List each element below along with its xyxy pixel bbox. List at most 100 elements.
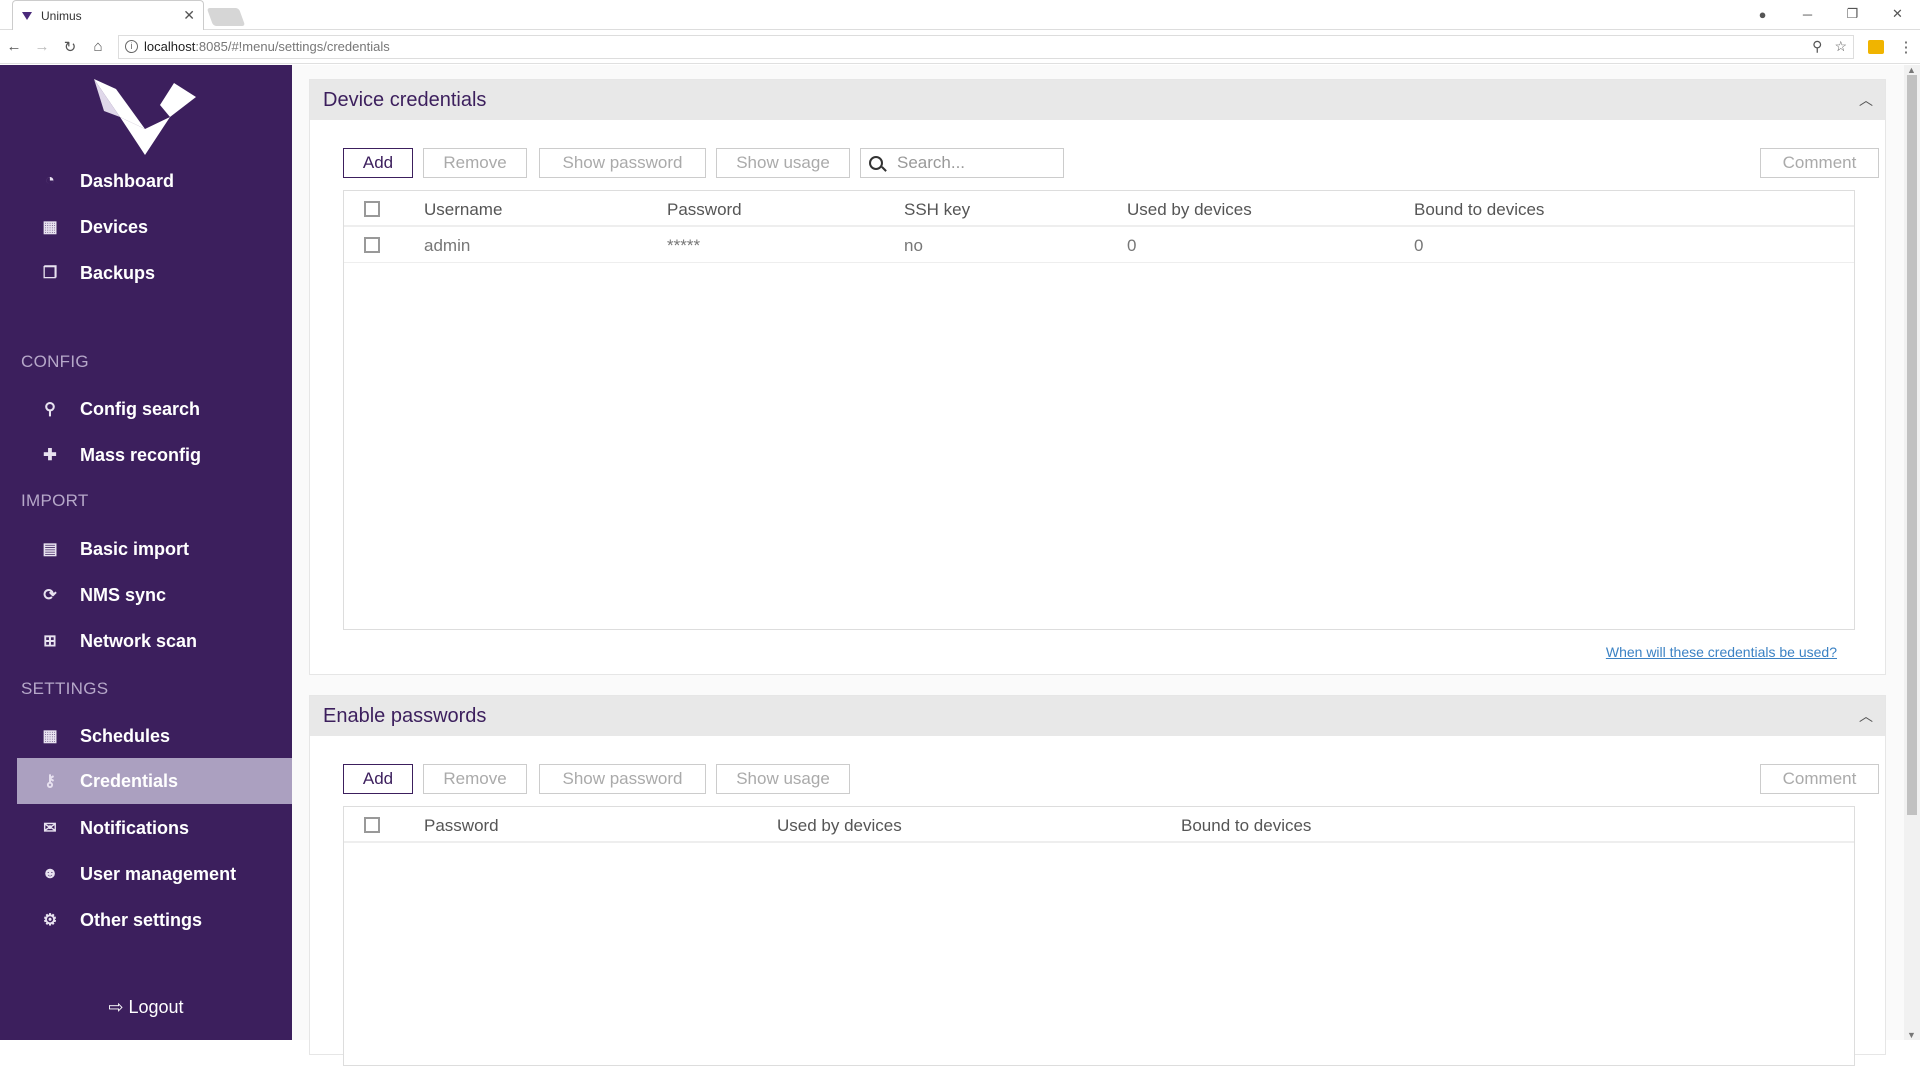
column-header-bound-to[interactable]: Bound to devices — [1414, 200, 1544, 220]
table-header-row: Password Used by devices Bound to device… — [344, 807, 1854, 843]
page-scrollbar[interactable]: ▲ ▼ — [1904, 65, 1920, 1040]
sidebar-item-label: Config search — [80, 398, 201, 419]
scrollbar-thumb[interactable] — [1907, 75, 1917, 815]
scroll-up-icon[interactable]: ▲ — [1907, 65, 1916, 75]
device-credentials-header[interactable]: Device credentials ︿ — [310, 80, 1885, 120]
remove-button[interactable]: Remove — [423, 148, 527, 178]
enable-passwords-panel: Enable passwords ︿ Add Remove Show passw… — [309, 695, 1886, 1066]
tab-title: Unimus — [41, 8, 82, 23]
sidebar-item-label: Mass reconfig — [80, 444, 202, 465]
panel-title: Enable passwords — [323, 704, 487, 727]
sidebar-item-notifications[interactable]: ✉ Notifications — [17, 806, 292, 850]
main-content: Device credentials ︿ Add Remove Show pas… — [292, 65, 1904, 1066]
cell-username: admin — [424, 236, 471, 255]
comment-button[interactable]: Comment — [1760, 764, 1879, 794]
device-credentials-panel: Device credentials ︿ Add Remove Show pas… — [309, 79, 1886, 675]
enable-passwords-table: Password Used by devices Bound to device… — [343, 806, 1855, 1066]
collapse-chevron-up-icon[interactable]: ︿ — [1859, 706, 1873, 726]
browser-tabbar: Unimus ✕ ● ─ ❐ ✕ — [0, 0, 1920, 30]
sidebar-item-schedules[interactable]: ▦ Schedules — [17, 714, 292, 758]
section-label-config: CONFIG — [21, 352, 89, 371]
select-all-checkbox[interactable] — [364, 817, 380, 833]
sitemap-icon: ⊞ — [43, 633, 57, 650]
credentials-table: Username Password SSH key Used by device… — [343, 190, 1855, 630]
sidebar-item-label: User management — [80, 863, 237, 884]
table-row[interactable]: admin ***** no 0 0 — [344, 227, 1854, 263]
sidebar-item-credentials[interactable]: ⚷ Credentials — [17, 758, 292, 804]
back-icon[interactable]: ← — [0, 38, 28, 55]
new-tab-button[interactable] — [206, 8, 246, 26]
search-input[interactable]: Search... — [860, 148, 1064, 178]
show-usage-button[interactable]: Show usage — [716, 148, 850, 178]
forward-icon[interactable]: → — [28, 38, 56, 55]
sidebar-item-network-scan[interactable]: ⊞ Network scan — [17, 619, 292, 663]
sidebar: ◔ Dashboard ▦ Devices ❐ Backups CONFIG ⚲ Con… — [0, 65, 292, 1040]
sidebar-item-backups[interactable]: ❐ Backups — [17, 251, 292, 295]
collapse-chevron-up-icon[interactable]: ︿ — [1859, 90, 1873, 110]
bookmark-star-icon[interactable]: ☆ — [1834, 38, 1847, 55]
logout-button[interactable]: ⇨ Logout — [0, 997, 292, 1018]
section-label-import: IMPORT — [21, 491, 89, 510]
profile-icon[interactable]: ● — [1740, 7, 1785, 22]
column-header-password[interactable]: Password — [424, 816, 499, 836]
unimus-logo-icon[interactable] — [90, 77, 200, 157]
enable-passwords-header[interactable]: Enable passwords ︿ — [310, 696, 1885, 736]
close-window-button[interactable]: ✕ — [1875, 6, 1920, 22]
sidebar-item-basic-import[interactable]: ▤ Basic import — [17, 527, 292, 571]
sidebar-item-user-management[interactable]: ☻ User management — [17, 852, 292, 896]
sidebar-item-nms-sync[interactable]: ⟳ NMS sync — [17, 573, 292, 617]
sidebar-item-label: Basic import — [80, 538, 190, 559]
file-icon: ▤ — [42, 541, 58, 558]
info-icon[interactable]: i — [125, 40, 138, 53]
sidebar-item-devices[interactable]: ▦ Devices — [17, 205, 292, 249]
sidebar-item-other-settings[interactable]: ⚙ Other settings — [17, 898, 292, 942]
tab-close-icon[interactable]: ✕ — [183, 7, 195, 24]
sidebar-item-label: Backups — [80, 262, 156, 283]
column-header-password[interactable]: Password — [667, 200, 742, 220]
column-header-username[interactable]: Username — [424, 200, 502, 220]
browser-menu-icon[interactable]: ⋮ — [1892, 38, 1920, 56]
minimize-button[interactable]: ─ — [1785, 7, 1830, 22]
sidebar-item-dashboard[interactable]: ◔ Dashboard — [17, 159, 292, 203]
column-header-bound-to[interactable]: Bound to devices — [1181, 816, 1311, 836]
sidebar-item-label: Schedules — [80, 725, 171, 746]
column-header-used-by[interactable]: Used by devices — [1127, 200, 1252, 220]
sidebar-item-label: NMS sync — [80, 584, 167, 605]
remove-button[interactable]: Remove — [423, 764, 527, 794]
browser-tab[interactable]: Unimus ✕ — [12, 0, 204, 30]
cell-used-by: 0 — [1127, 236, 1137, 255]
sidebar-item-mass-reconfig[interactable]: ✚ Mass reconfig — [17, 433, 292, 477]
sidebar-item-label: Network scan — [80, 630, 198, 651]
sidebar-item-label: Credentials — [80, 770, 179, 791]
search-icon — [869, 156, 883, 170]
credentials-help-link[interactable]: When will these credentials be used? — [1606, 644, 1837, 660]
show-usage-button[interactable]: Show usage — [716, 764, 850, 794]
column-header-ssh-key[interactable]: SSH key — [904, 200, 970, 220]
cell-ssh-key: no — [904, 236, 923, 255]
sidebar-item-label: Notifications — [80, 817, 190, 838]
sidebar-item-config-search[interactable]: ⚲ Config search — [17, 387, 292, 431]
home-icon[interactable]: ⌂ — [84, 38, 112, 55]
restore-button[interactable]: ❐ — [1830, 6, 1875, 22]
show-password-button[interactable]: Show password — [539, 148, 706, 178]
table-icon: ▦ — [42, 219, 58, 236]
show-password-button[interactable]: Show password — [539, 764, 706, 794]
row-checkbox[interactable] — [364, 237, 380, 253]
cell-bound-to: 0 — [1414, 236, 1424, 255]
url-host: localhost — [144, 39, 196, 54]
select-all-checkbox[interactable] — [364, 201, 380, 217]
column-header-used-by[interactable]: Used by devices — [777, 816, 902, 836]
extension-icon[interactable] — [1868, 39, 1884, 54]
envelope-icon: ✉ — [43, 820, 57, 837]
scroll-down-icon[interactable]: ▼ — [1907, 1030, 1916, 1040]
reload-icon[interactable]: ↻ — [56, 38, 84, 56]
add-button[interactable]: Add — [343, 764, 413, 794]
sidebar-item-label: Dashboard — [80, 170, 175, 191]
comment-button[interactable]: Comment — [1760, 148, 1879, 178]
url-input[interactable]: i localhost:8085/#!menu/settings/credent… — [118, 34, 1854, 59]
zoom-icon[interactable]: ⚲ — [1812, 38, 1822, 55]
copy-icon: ❐ — [42, 265, 58, 282]
section-label-settings: SETTINGS — [21, 679, 109, 698]
key-icon: ⚷ — [44, 773, 56, 790]
add-button[interactable]: Add — [343, 148, 413, 178]
